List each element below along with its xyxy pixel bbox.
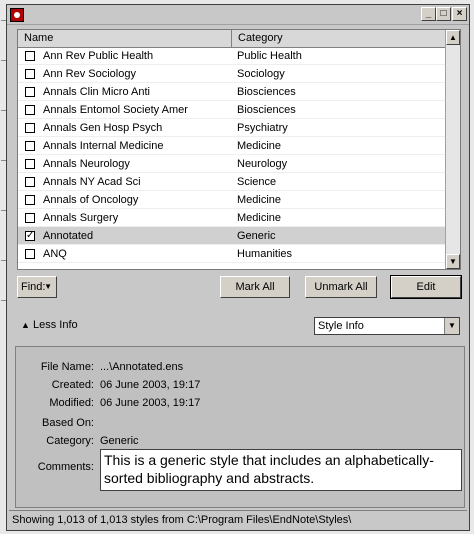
status-bar: Showing 1,013 of 1,013 styles from C:\Pr… <box>9 510 467 528</box>
modified-label: Modified: <box>49 397 94 409</box>
checkbox[interactable] <box>25 213 35 223</box>
chevron-down-icon[interactable]: ▼ <box>444 318 459 334</box>
table-row[interactable]: Annals Clin Micro Anti Biosciences <box>18 83 446 101</box>
checkbox[interactable] <box>25 177 35 187</box>
find-label: Find: <box>21 281 46 293</box>
style-name: Ann Rev Public Health <box>43 50 154 62</box>
style-category: Science <box>237 176 277 188</box>
style-name: ANQ <box>43 248 67 260</box>
column-header-category[interactable]: Category <box>232 30 446 47</box>
mark-all-button[interactable]: Mark All <box>220 276 290 298</box>
style-name: Annals Neurology <box>43 158 130 170</box>
style-category: Generic <box>237 230 276 242</box>
table-row[interactable]: ANQ Humanities <box>18 245 446 263</box>
style-category: Psychiatry <box>237 122 288 134</box>
style-category: Humanities <box>237 248 293 260</box>
table-row[interactable]: Annals Internal Medicine Medicine <box>18 137 446 155</box>
file-name-value: ...\Annotated.ens <box>100 361 184 373</box>
style-category: Neurology <box>237 158 288 170</box>
chevron-down-icon: ▼ <box>44 282 52 291</box>
table-row[interactable]: Annals NY Acad Sci Science <box>18 173 446 191</box>
modified-value: 06 June 2003, 19:17 <box>100 397 201 409</box>
style-name: Annals Gen Hosp Psych <box>43 122 163 134</box>
checkbox[interactable] <box>25 141 35 151</box>
style-name: Annals of Oncology <box>43 194 139 206</box>
comments-text[interactable]: This is a generic style that includes an… <box>100 449 462 491</box>
based-on-label: Based On: <box>42 417 94 429</box>
scroll-down-arrow-icon[interactable]: ▼ <box>446 254 460 269</box>
unmark-all-button[interactable]: Unmark All <box>305 276 377 298</box>
column-header-name[interactable]: Name <box>18 30 232 47</box>
style-info-select[interactable]: Style Info ▼ <box>314 317 460 335</box>
title-bar[interactable]: _ □ × <box>7 5 469 25</box>
list-rows: Ann Rev Public Health Public Health Ann … <box>18 47 446 263</box>
checkbox[interactable] <box>25 87 35 97</box>
style-info-select-value: Style Info <box>318 320 364 332</box>
maximize-button[interactable]: □ <box>436 7 451 21</box>
style-category: Public Health <box>237 50 302 62</box>
style-category: Sociology <box>237 68 285 80</box>
checkbox[interactable] <box>25 69 35 79</box>
checkbox[interactable] <box>25 105 35 115</box>
style-name: Ann Rev Sociology <box>43 68 136 80</box>
less-info-toggle[interactable]: ▲ Less Info <box>21 319 78 331</box>
checkbox[interactable] <box>25 51 35 61</box>
close-button[interactable]: × <box>452 7 467 21</box>
table-row[interactable]: Annals Neurology Neurology <box>18 155 446 173</box>
edit-button[interactable]: Edit <box>390 275 462 299</box>
created-label: Created: <box>51 379 94 391</box>
style-category: Biosciences <box>237 104 296 116</box>
style-category: Biosciences <box>237 86 296 98</box>
table-row[interactable]: ✓ Annotated Generic <box>18 227 446 245</box>
checkbox[interactable] <box>25 195 35 205</box>
vertical-scrollbar[interactable]: ▲ ▼ <box>445 30 460 269</box>
style-name: Annotated <box>43 230 94 242</box>
created-value: 06 June 2003, 19:17 <box>100 379 201 391</box>
checkbox[interactable]: ✓ <box>25 231 35 241</box>
collapse-arrow-icon: ▲ <box>21 320 30 330</box>
scroll-up-arrow-icon[interactable]: ▲ <box>446 30 460 45</box>
style-manager-window: _ □ × Name Category Ann Rev Public Healt… <box>6 4 470 531</box>
category-value: Generic <box>100 435 139 447</box>
style-name: Annals Surgery <box>43 212 119 224</box>
table-row[interactable]: Annals Gen Hosp Psych Psychiatry <box>18 119 446 137</box>
checkbox[interactable] <box>25 159 35 169</box>
style-name: Annals NY Acad Sci <box>43 176 141 188</box>
category-label: Category: <box>46 435 94 447</box>
comments-label: Comments: <box>37 461 94 473</box>
file-name-label: File Name: <box>40 361 94 373</box>
style-info-panel: File Name: ...\Annotated.ens Created: 06… <box>15 346 465 508</box>
minimize-button[interactable]: _ <box>421 7 436 21</box>
table-row[interactable]: Ann Rev Sociology Sociology <box>18 65 446 83</box>
checkbox[interactable] <box>25 249 35 259</box>
style-category: Medicine <box>237 140 282 152</box>
style-category: Medicine <box>237 194 282 206</box>
find-dropdown-button[interactable]: Find: ▼ <box>17 276 57 298</box>
table-row[interactable]: Annals Surgery Medicine <box>18 209 446 227</box>
table-row[interactable]: Annals Entomol Society Amer Biosciences <box>18 101 446 119</box>
style-list[interactable]: Name Category Ann Rev Public Health Publ… <box>17 29 461 270</box>
status-text: Showing 1,013 of 1,013 styles from C:\Pr… <box>12 514 352 526</box>
style-category: Medicine <box>237 212 282 224</box>
style-name: Annals Clin Micro Anti <box>43 86 150 98</box>
style-name: Annals Internal Medicine <box>43 140 164 152</box>
table-row[interactable]: Ann Rev Public Health Public Health <box>18 47 446 65</box>
table-row[interactable]: Annals of Oncology Medicine <box>18 191 446 209</box>
less-info-label: Less Info <box>32 319 78 331</box>
endnote-app-icon[interactable] <box>10 8 24 22</box>
list-header: Name Category <box>18 30 446 48</box>
checkbox[interactable] <box>25 123 35 133</box>
style-name: Annals Entomol Society Amer <box>43 104 188 116</box>
